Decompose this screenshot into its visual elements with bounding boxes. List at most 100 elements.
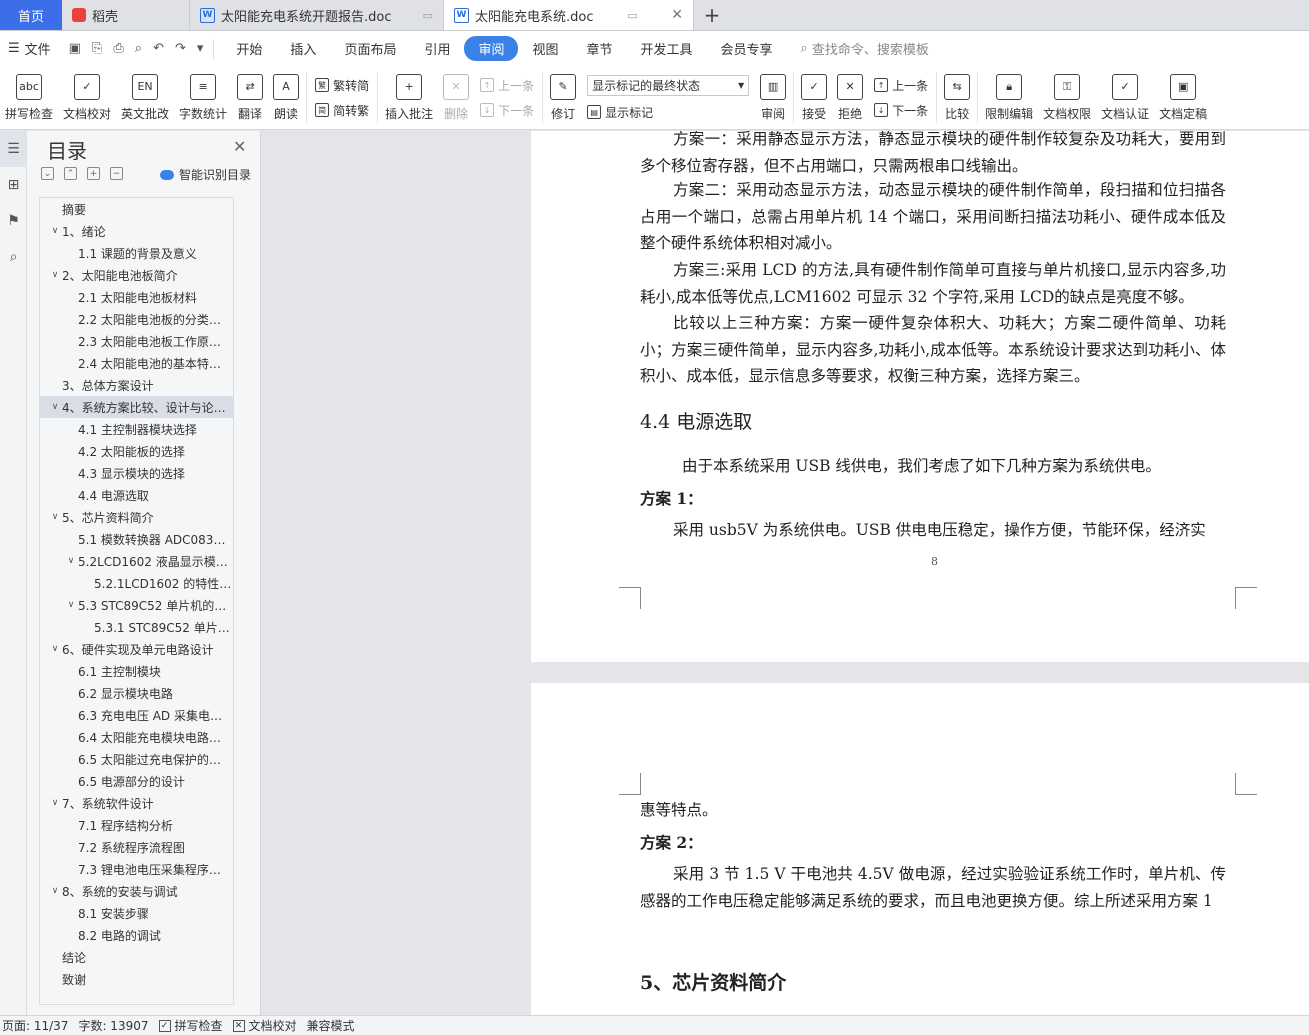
chevron-down-icon[interactable]: ∨ bbox=[48, 798, 62, 808]
chevron-down-icon[interactable]: ∨ bbox=[48, 226, 62, 236]
prev-comment-button[interactable]: ↑ 上一条 bbox=[480, 77, 534, 94]
chevron-down-icon[interactable]: ∨ bbox=[48, 886, 62, 896]
tab-current-doc[interactable]: W 太阳能充电系统.doc ▭ ✕ bbox=[444, 0, 694, 30]
toc-item[interactable]: 5.3.1 STC89C52 单片… bbox=[40, 616, 233, 638]
tab-review[interactable]: 审阅 bbox=[464, 36, 519, 61]
toc-item[interactable]: ∨ 5、芯片资料简介 bbox=[40, 506, 233, 528]
tab-reference[interactable]: 引用 bbox=[410, 36, 464, 61]
review-pane-button[interactable]: ▥ 审阅 bbox=[755, 66, 791, 129]
close-icon[interactable]: ✕ bbox=[671, 7, 683, 23]
tab-developer[interactable]: 开发工具 bbox=[627, 36, 707, 61]
print-icon[interactable]: ⎙ bbox=[113, 41, 123, 56]
tab-layout[interactable]: 页面布局 bbox=[330, 36, 410, 61]
simp-to-trad-button[interactable]: 简 简转繁 bbox=[315, 102, 369, 119]
chevron-down-icon[interactable]: ∨ bbox=[48, 512, 62, 522]
chevron-down-icon[interactable]: ∨ bbox=[64, 600, 78, 610]
tab-insert[interactable]: 插入 bbox=[276, 36, 330, 61]
toc-item[interactable]: 6.5 太阳能过充电保护的… bbox=[40, 748, 233, 770]
doc-cert-button[interactable]: ✓ 文档认证 bbox=[1096, 66, 1154, 129]
toc-item[interactable]: 5.1 模数转换器 ADC083… bbox=[40, 528, 233, 550]
toc-item[interactable]: 5.2.1LCD1602 的特性… bbox=[40, 572, 233, 594]
new-tab-button[interactable]: + bbox=[694, 0, 730, 30]
toc-item[interactable]: 1.1 课题的背景及意义 bbox=[40, 242, 233, 264]
command-search[interactable]: ⌕ 查找命令、搜索模板 bbox=[801, 39, 929, 58]
markup-state-select[interactable]: 显示标记的最终状态 ▾ bbox=[587, 74, 750, 96]
trad-to-simp-button[interactable]: 繁 繁转简 bbox=[315, 77, 369, 94]
tab-home[interactable]: 首页 bbox=[0, 0, 62, 30]
toc-item[interactable]: ∨ 6、硬件实现及单元电路设计 bbox=[40, 638, 233, 660]
toc-item[interactable]: ∨ 4、系统方案比较、设计与论… bbox=[40, 396, 233, 418]
toc-item[interactable]: ∨ 7、系统软件设计 bbox=[40, 792, 233, 814]
tab-chapter[interactable]: 章节 bbox=[573, 36, 627, 61]
accept-button[interactable]: ✓ 接受 bbox=[796, 66, 832, 129]
toc-item[interactable]: ∨ 8、系统的安装与调试 bbox=[40, 880, 233, 902]
tab-member[interactable]: 会员专享 bbox=[707, 36, 787, 61]
toc-item[interactable]: 6.1 主控制模块 bbox=[40, 660, 233, 682]
toc-item[interactable]: 8.2 电路的调试 bbox=[40, 924, 233, 946]
tab-daoke[interactable]: 稻壳 bbox=[62, 0, 190, 30]
reject-button[interactable]: ✕ 拒绝 bbox=[832, 66, 868, 129]
english-review-button[interactable]: EN 英文批改 bbox=[116, 66, 174, 129]
toc-item[interactable]: ∨ 2、太阳能电池板简介 bbox=[40, 264, 233, 286]
toc-item[interactable]: 6.4 太阳能充电模块电路… bbox=[40, 726, 233, 748]
toc-item[interactable]: 2.3 太阳能电池板工作原… bbox=[40, 330, 233, 352]
toc-icon[interactable]: ☰ bbox=[0, 131, 27, 167]
insert-comment-button[interactable]: + 插入批注 bbox=[380, 66, 438, 129]
track-changes-button[interactable]: ✎ 修订 bbox=[545, 66, 581, 129]
toc-item[interactable]: 4.1 主控制器模块选择 bbox=[40, 418, 233, 440]
toc-item[interactable]: 3、总体方案设计 bbox=[40, 374, 233, 396]
doc-rights-button[interactable]: ⚿ 文档权限 bbox=[1038, 66, 1096, 129]
spell-check-status[interactable]: ✓ 拼写检查 bbox=[157, 1017, 231, 1034]
toc-item[interactable]: ∨ 1、绪论 bbox=[40, 220, 233, 242]
undo-icon[interactable]: ↶ bbox=[153, 41, 164, 56]
window-icon[interactable]: ▭ bbox=[627, 9, 637, 22]
search-icon[interactable]: ⌕ bbox=[0, 239, 27, 275]
compare-button[interactable]: ⇆ 比较 bbox=[939, 66, 975, 129]
doc-check-button[interactable]: ✓ 文档校对 bbox=[58, 66, 116, 129]
toc-item[interactable]: 4.4 电源选取 bbox=[40, 484, 233, 506]
prev-change-button[interactable]: ↑ 上一条 bbox=[874, 77, 928, 94]
toc-item[interactable]: 结论 bbox=[40, 946, 233, 968]
restrict-edit-button[interactable]: 🔒︎ 限制编辑 bbox=[980, 66, 1038, 129]
show-markup-button[interactable]: ▤ 显示标记 bbox=[587, 104, 749, 121]
file-menu[interactable]: ☰ 文件 bbox=[0, 39, 59, 58]
toc-item[interactable]: 7.1 程序结构分析 bbox=[40, 814, 233, 836]
toc-item[interactable]: 致谢 bbox=[40, 968, 233, 990]
toc-item[interactable]: 2.4 太阳能电池的基本特… bbox=[40, 352, 233, 374]
toc-item[interactable]: 8.1 安装步骤 bbox=[40, 902, 233, 924]
smart-toc-button[interactable]: 智能识别目录 bbox=[160, 166, 251, 183]
read-aloud-button[interactable]: A 朗读 bbox=[268, 66, 304, 129]
toc-item[interactable]: ∨ 5.3 STC89C52 单片机的… bbox=[40, 594, 233, 616]
add-icon[interactable]: + bbox=[87, 167, 100, 180]
toc-item[interactable]: 6.5 电源部分的设计 bbox=[40, 770, 233, 792]
word-count[interactable]: 字数: 13907 bbox=[76, 1017, 156, 1034]
export-icon[interactable]: ⎘ bbox=[92, 41, 102, 56]
toc-item[interactable]: 4.2 太阳能板的选择 bbox=[40, 440, 233, 462]
expand-all-icon[interactable]: ⌄ bbox=[41, 167, 54, 180]
outline-icon[interactable]: ⊞ bbox=[0, 167, 27, 203]
tab-view[interactable]: 视图 bbox=[518, 36, 572, 61]
chevron-down-icon[interactable]: ∨ bbox=[48, 270, 62, 280]
doc-check-status[interactable]: ✕ 文档校对 bbox=[231, 1017, 305, 1034]
toc-item[interactable]: 2.2 太阳能电池板的分类… bbox=[40, 308, 233, 330]
bookmark-icon[interactable]: ⚑ bbox=[0, 203, 27, 239]
chevron-down-icon[interactable]: ∨ bbox=[64, 556, 78, 566]
tab-proposal-doc[interactable]: W 太阳能充电系统开题报告.doc ▭ bbox=[190, 0, 444, 30]
toc-item[interactable]: ∨ 5.2LCD1602 液晶显示模… bbox=[40, 550, 233, 572]
word-count-button[interactable]: ≡ 字数统计 bbox=[174, 66, 232, 129]
toc-item[interactable]: 2.1 太阳能电池板材料 bbox=[40, 286, 233, 308]
minus-icon[interactable]: − bbox=[110, 167, 123, 180]
collapse-all-icon[interactable]: ⌃ bbox=[64, 167, 77, 180]
chevron-down-icon[interactable]: ∨ bbox=[48, 402, 62, 412]
toc-item[interactable]: 6.3 充电电压 AD 采集电… bbox=[40, 704, 233, 726]
chevron-down-icon[interactable]: ∨ bbox=[48, 644, 62, 654]
toc-item[interactable]: 7.2 系统程序流程图 bbox=[40, 836, 233, 858]
save-icon[interactable]: ▣ bbox=[69, 41, 81, 56]
delete-comment-button[interactable]: ✕ 删除 bbox=[438, 66, 474, 129]
next-change-button[interactable]: ↓ 下一条 bbox=[874, 102, 928, 119]
toc-item[interactable]: 4.3 显示模块的选择 bbox=[40, 462, 233, 484]
tab-start[interactable]: 开始 bbox=[222, 36, 276, 61]
page-indicator[interactable]: 页面: 11/37 bbox=[0, 1017, 76, 1034]
doc-final-button[interactable]: ▣ 文档定稿 bbox=[1154, 66, 1212, 129]
window-icon[interactable]: ▭ bbox=[423, 9, 433, 22]
